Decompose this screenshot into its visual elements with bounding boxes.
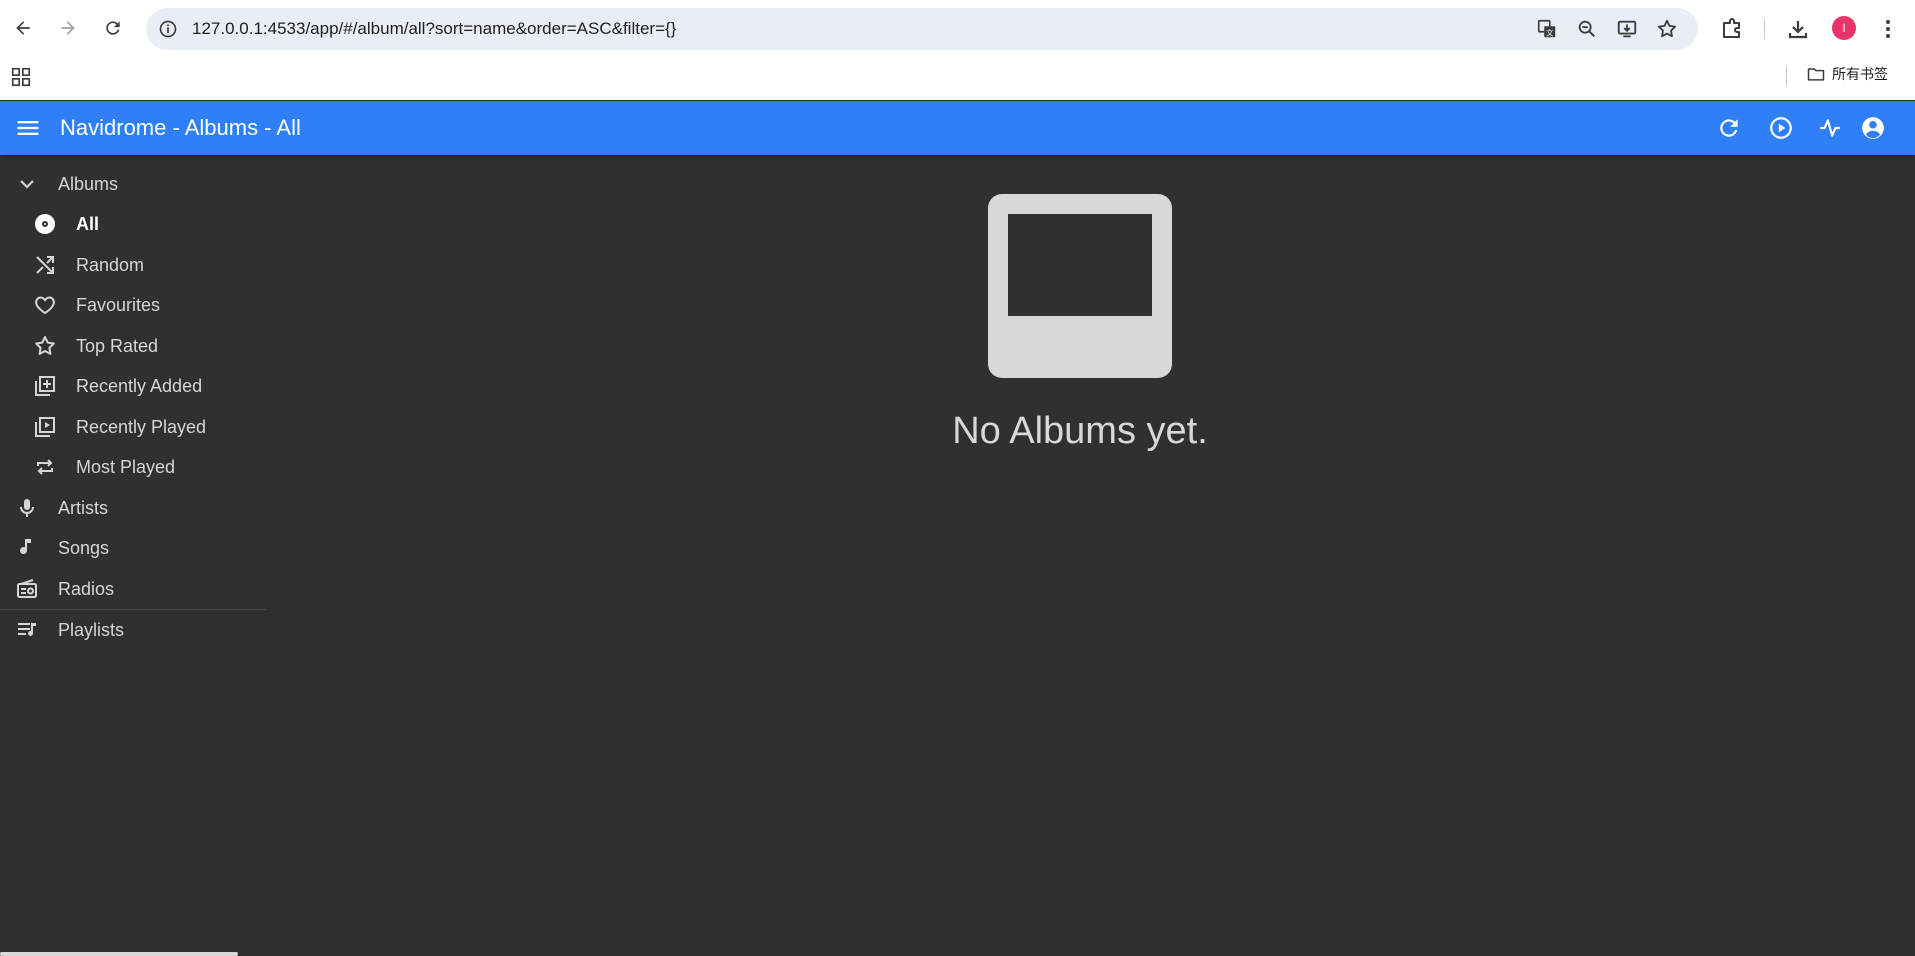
sidebar-item-random[interactable]: Random	[0, 245, 266, 285]
video-library-icon	[35, 417, 55, 437]
refresh-icon[interactable]	[1716, 115, 1742, 141]
shuffle-icon	[36, 256, 54, 274]
apps-grid-icon[interactable]	[10, 66, 32, 88]
inbox-icon	[988, 194, 1172, 378]
sidebar-item-label: Artists	[58, 497, 109, 518]
sidebar-item-label: All	[76, 213, 100, 234]
back-arrow-icon	[16, 21, 30, 35]
microphone-icon	[20, 499, 34, 517]
extensions-icon[interactable]	[1720, 17, 1744, 41]
reload-icon	[106, 21, 120, 35]
music-note-icon	[20, 539, 31, 555]
play-circle-icon[interactable]	[1768, 115, 1794, 141]
app-bar: Navidrome - Albums - All	[0, 101, 1915, 155]
reload-button[interactable]	[99, 14, 127, 42]
back-button[interactable]	[9, 14, 37, 42]
forward-button[interactable]	[54, 14, 82, 42]
sidebar-item-albums[interactable]: Albums	[0, 164, 266, 204]
sidebar-item-all[interactable]: All	[0, 204, 266, 244]
sidebar-item-label: Songs	[58, 537, 110, 558]
translate-icon[interactable]: 文	[1536, 18, 1558, 40]
repeat-icon	[37, 459, 53, 475]
install-app-icon[interactable]	[1616, 18, 1638, 40]
sidebar-item-most-played[interactable]: Most Played	[0, 447, 266, 487]
sidebar-item-label: Recently Added	[76, 375, 203, 396]
empty-message: No Albums yet.	[952, 410, 1208, 452]
radio-icon	[17, 579, 37, 598]
sidebar-item-top-rated[interactable]: Top Rated	[0, 326, 266, 366]
folder-icon	[1807, 68, 1825, 81]
sidebar-item-label: Random	[76, 254, 145, 275]
account-circle-icon[interactable]	[1860, 115, 1886, 141]
zoom-icon[interactable]	[1576, 18, 1598, 40]
toolbar-separator	[1764, 19, 1765, 39]
browser-toolbar: 127.0.0.1:4533/app/#/album/all?sort=name…	[0, 0, 1915, 58]
sidebar-item-favourites[interactable]: Favourites	[0, 285, 266, 325]
more-vert-icon[interactable]	[1876, 17, 1900, 41]
sidebar-item-label: Favourites	[76, 294, 161, 315]
profile-avatar[interactable]: I	[1832, 16, 1856, 40]
bookmarks-separator	[1786, 66, 1787, 86]
sidebar-item-label: Albums	[58, 173, 119, 194]
url-text[interactable]: 127.0.0.1:4533/app/#/album/all?sort=name…	[192, 19, 676, 39]
bookmark-star-icon[interactable]	[1656, 18, 1678, 40]
sidebar-item-label: Playlists	[58, 619, 125, 640]
forward-arrow-icon	[61, 21, 75, 35]
sidebar-item-recently-played[interactable]: Recently Played	[0, 407, 266, 447]
sidebar: Albums All Random Favourites Top Rated R…	[0, 155, 266, 956]
download-icon[interactable]	[1786, 17, 1810, 41]
star-icon	[35, 336, 55, 355]
site-info-icon[interactable]	[158, 19, 178, 39]
sidebar-item-recently-added[interactable]: Recently Added	[0, 366, 266, 406]
bookmark-folder-label: 所有书签	[1832, 67, 1888, 83]
address-bar[interactable]: 127.0.0.1:4533/app/#/album/all?sort=name…	[146, 8, 1698, 50]
library-add-icon	[35, 376, 55, 396]
queue-music-icon	[18, 623, 36, 636]
chevron-down-icon	[20, 180, 34, 189]
sidebar-item-songs[interactable]: Songs	[0, 528, 266, 568]
sidebar-item-label: Radios	[58, 578, 115, 599]
menu-icon[interactable]	[14, 114, 42, 142]
heart-icon	[35, 296, 55, 315]
album-icon	[35, 214, 55, 234]
sidebar-item-artists[interactable]: Artists	[0, 488, 266, 528]
sidebar-item-radios[interactable]: Radios	[0, 569, 266, 609]
bookmarks-bar: 所有书签	[0, 58, 1915, 100]
sidebar-item-label: Top Rated	[76, 335, 159, 356]
sidebar-item-label: Recently Played	[76, 416, 207, 437]
page-title: Navidrome - Albums - All	[60, 115, 301, 140]
sidebar-item-label: Most Played	[76, 456, 176, 477]
svg-text:文: 文	[1546, 28, 1554, 37]
all-bookmarks-folder[interactable]: 所有书签	[1806, 64, 1888, 84]
scroll-indicator	[0, 952, 238, 956]
activity-icon[interactable]	[1817, 115, 1843, 141]
sidebar-item-playlists[interactable]: Playlists	[0, 610, 266, 650]
